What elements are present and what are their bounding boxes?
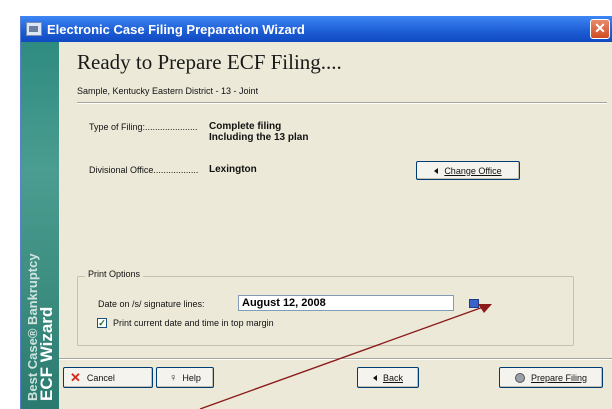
app-icon xyxy=(26,22,42,36)
brand-banner: Best Case® Bankruptcy ECF Wizard xyxy=(23,201,57,401)
wizard-sidebar: Best Case® Bankruptcy ECF Wizard xyxy=(21,42,59,409)
date-signature-label: Date on /s/ signature lines: xyxy=(98,299,205,309)
divisional-office-value: Lexington xyxy=(209,164,257,175)
prepare-filing-icon xyxy=(514,372,525,383)
divisional-office-label: Divisional Office.................. xyxy=(89,165,199,175)
change-office-label: Change Office xyxy=(444,165,502,176)
change-office-button[interactable]: Change Office xyxy=(416,161,520,180)
wizard-window: Electronic Case Filing Preparation Wizar… xyxy=(20,16,612,409)
cancel-label: Cancel xyxy=(86,372,115,383)
type-of-filing-label: Type of Filing:..................... xyxy=(89,122,198,132)
wizard-content: Ready to Prepare ECF Filing.... Sample, … xyxy=(59,42,612,409)
print-options-group xyxy=(77,276,574,346)
help-pin-icon: ♀ xyxy=(169,371,178,384)
title-bar[interactable]: Electronic Case Filing Preparation Wizar… xyxy=(21,16,612,42)
print-date-checkbox-label: Print current date and time in top margi… xyxy=(113,318,274,328)
page-title: Ready to Prepare ECF Filing.... xyxy=(77,50,342,74)
brand-line-ecf-wizard: ECF Wizard xyxy=(37,306,56,401)
help-label: Help xyxy=(182,372,201,383)
triangle-left-icon xyxy=(434,167,439,174)
triangle-left-icon xyxy=(372,374,377,381)
prepare-filing-label: Prepare Filing xyxy=(530,372,588,383)
calendar-icon[interactable] xyxy=(469,299,479,308)
help-button[interactable]: ♀ Help xyxy=(156,367,214,388)
prepare-filing-button[interactable]: Prepare Filing xyxy=(499,367,603,388)
signature-date-field[interactable]: August 12, 2008 xyxy=(238,295,454,311)
back-label: Back xyxy=(382,372,403,383)
print-options-title: Print Options xyxy=(85,269,144,279)
back-button[interactable]: Back xyxy=(357,367,419,388)
close-button[interactable]: ✕ xyxy=(590,19,610,39)
footer-divider xyxy=(59,358,612,360)
print-date-checkbox[interactable]: ✓ xyxy=(97,318,107,328)
header-divider xyxy=(77,102,607,104)
window-title: Electronic Case Filing Preparation Wizar… xyxy=(47,21,305,37)
case-info: Sample, Kentucky Eastern District - 13 -… xyxy=(77,86,259,96)
type-of-filing-value-line1: Complete filing xyxy=(209,121,282,132)
type-of-filing-value-line2: Including the 13 plan xyxy=(209,132,309,143)
cancel-button[interactable]: ✕ Cancel xyxy=(63,367,153,388)
cancel-x-icon: ✕ xyxy=(70,369,81,385)
